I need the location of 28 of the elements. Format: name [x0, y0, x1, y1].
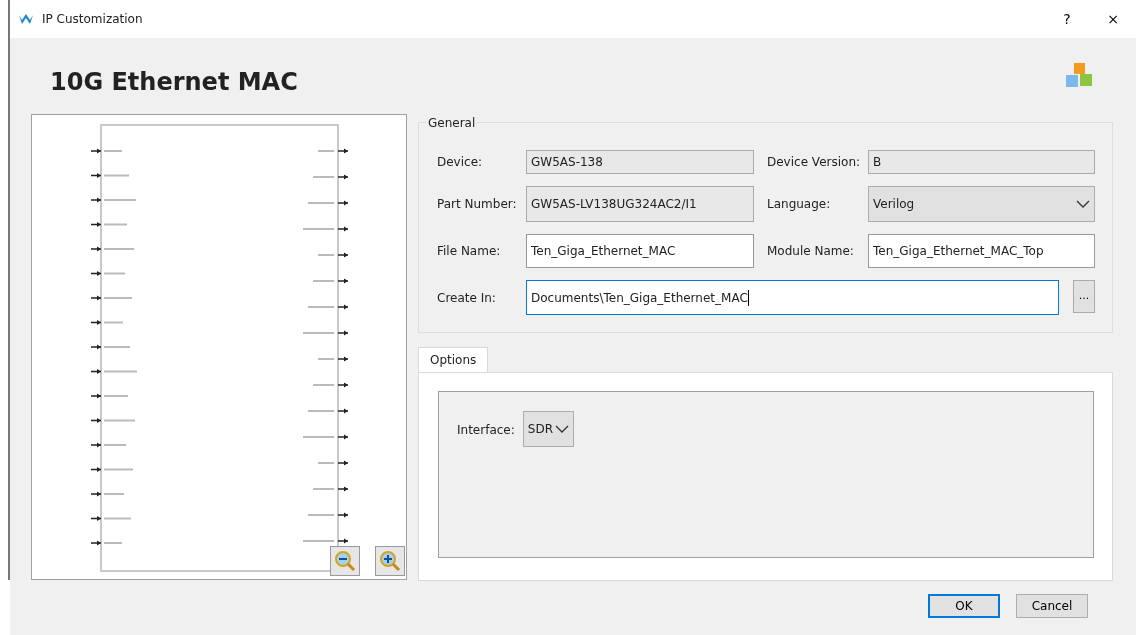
readonly-field[interactable]: B [868, 150, 1095, 174]
options-tab[interactable]: Options [418, 347, 489, 372]
cancel-button[interactable]: Cancel [1016, 594, 1088, 618]
app-logo-icon [18, 12, 34, 26]
field-label: Device: [437, 154, 484, 171]
field-label: Module Name: [766, 243, 855, 260]
language-dropdown[interactable]: Verilog [868, 186, 1095, 222]
field-label: Language: [766, 196, 832, 213]
window-title: IP Customization [42, 11, 144, 28]
field-label: Part Number: [437, 196, 518, 213]
field-label: Create In: [437, 289, 497, 307]
chevron-down-icon [1076, 200, 1090, 208]
input-field[interactable]: Documents\Ten_Giga_Ethernet_MAC [526, 280, 1059, 315]
readonly-field[interactable]: GW5AS-138 [526, 150, 754, 174]
input-field[interactable]: Ten_Giga_Ethernet_MAC [526, 234, 754, 268]
field-label: File Name: [437, 243, 502, 260]
field-label: Device Version: [766, 154, 862, 171]
zoom-in-icon[interactable] [375, 546, 405, 576]
ip-title: 10G Ethernet MAC [50, 67, 298, 98]
interface-dropdown[interactable]: SDR [522, 411, 574, 447]
readonly-field[interactable]: GW5AS-LV138UG324AC2/I1 [526, 186, 754, 222]
ok-button[interactable]: OK [928, 594, 1000, 618]
chevron-down-icon [554, 425, 569, 433]
browse-button[interactable]: ... [1073, 280, 1095, 313]
field-label: Interface: [457, 422, 515, 439]
close-button[interactable]: × [1090, 0, 1136, 38]
help-button[interactable]: ? [1044, 0, 1090, 38]
input-field[interactable]: Ten_Giga_Ethernet_MAC_Top [868, 234, 1095, 268]
